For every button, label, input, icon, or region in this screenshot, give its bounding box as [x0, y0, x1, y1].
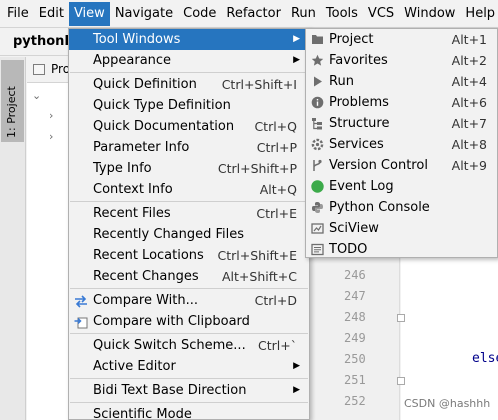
menu-item-active-editor[interactable]: Active Editor ▶	[69, 356, 309, 377]
menu-item-context-info[interactable]: Context Info Alt+Q	[69, 179, 309, 200]
tree-collapse-icon[interactable]: ›	[49, 130, 53, 143]
submenu-arrow-icon: ▶	[293, 385, 300, 395]
menu-file[interactable]: File	[2, 2, 34, 26]
menu-item-parameter-info[interactable]: Parameter Info Ctrl+P	[69, 137, 309, 158]
info-icon	[311, 96, 324, 109]
editor-area[interactable]	[401, 258, 498, 420]
menu-help[interactable]: Help	[460, 2, 498, 26]
fold-marker-icon[interactable]	[397, 314, 405, 322]
code-else: else	[472, 351, 498, 366]
menu-item-scientific-mode[interactable]: Scientific Mode	[69, 404, 309, 419]
line-number: 249	[344, 331, 366, 345]
menu-separator	[70, 201, 308, 202]
menu-run[interactable]: Run	[286, 2, 321, 26]
tool-window-python-console[interactable]: Python Console	[306, 197, 497, 218]
structure-icon	[312, 118, 322, 130]
menu-separator	[70, 378, 308, 379]
menu-navigate[interactable]: Navigate	[110, 2, 178, 26]
line-number: 247	[344, 289, 366, 303]
menu-refactor[interactable]: Refactor	[221, 2, 286, 26]
tool-stripe-left: 1: Project	[0, 57, 26, 420]
menu-code[interactable]: Code	[178, 2, 221, 26]
compare-arrows-icon	[75, 295, 87, 308]
play-icon	[314, 76, 322, 87]
project-title: pythonPr	[0, 28, 70, 56]
tool-window-run[interactable]: Run Alt+4	[306, 71, 497, 92]
tool-window-structure[interactable]: Structure Alt+7	[306, 113, 497, 134]
event-log-icon	[311, 180, 324, 193]
menu-separator	[70, 402, 308, 403]
menu-separator	[70, 333, 308, 334]
tool-windows-submenu: Project Alt+1 Favorites Alt+2 Run Alt+4 …	[305, 28, 498, 258]
folder-icon	[312, 35, 323, 44]
tool-window-event-log[interactable]: Event Log	[306, 176, 497, 197]
tree-expand-icon[interactable]: ⌄	[32, 89, 41, 102]
menu-item-compare-with-clipboard[interactable]: Compare with Clipboard	[69, 311, 309, 332]
menu-separator	[70, 72, 308, 73]
vcs-icon	[313, 159, 322, 171]
line-number: 250	[344, 352, 366, 366]
menu-window[interactable]: Window	[399, 2, 460, 26]
menu-edit[interactable]: Edit	[34, 2, 69, 26]
tool-window-project[interactable]: Project Alt+1	[306, 29, 497, 50]
menu-item-quick-switch-scheme[interactable]: Quick Switch Scheme... Ctrl+`	[69, 335, 309, 356]
line-number: 248	[344, 310, 366, 324]
fold-marker-icon[interactable]	[397, 377, 405, 385]
menu-item-recently-changed-files[interactable]: Recently Changed Files	[69, 224, 309, 245]
tool-window-services[interactable]: Services Alt+8	[306, 134, 497, 155]
menu-item-compare-with[interactable]: Compare With... Ctrl+D	[69, 290, 309, 311]
star-icon	[311, 54, 324, 66]
line-number: 246	[344, 268, 366, 282]
project-panel-header: Proj	[27, 57, 73, 83]
project-panel: Proj ⌄ › ›	[27, 57, 73, 420]
tool-window-todo[interactable]: TODO	[306, 239, 497, 260]
tool-window-favorites[interactable]: Favorites Alt+2	[306, 50, 497, 71]
python-console-icon	[312, 202, 323, 213]
menu-item-type-info[interactable]: Type Info Ctrl+Shift+P	[69, 158, 309, 179]
sciview-icon	[311, 223, 324, 234]
submenu-arrow-icon: ▶	[293, 361, 300, 371]
project-tool-tab[interactable]: 1: Project	[1, 60, 24, 142]
clipboard-compare-icon	[74, 317, 88, 329]
tool-window-version-control[interactable]: Version Control Alt+9	[306, 155, 497, 176]
menu-separator	[70, 288, 308, 289]
project-view-icon	[33, 64, 45, 75]
line-number: 252	[344, 394, 366, 408]
view-menu: Tool Windows ▶ Appearance ▶ Quick Defini…	[68, 28, 310, 420]
tool-window-problems[interactable]: Problems Alt+6	[306, 92, 497, 113]
menu-bar: File Edit View Navigate Code Refactor Ru…	[0, 0, 498, 28]
menu-item-recent-files[interactable]: Recent Files Ctrl+E	[69, 203, 309, 224]
line-number: 251	[344, 373, 366, 387]
watermark: CSDN @hashhh	[404, 397, 491, 410]
menu-tools[interactable]: Tools	[321, 2, 363, 26]
tool-window-sciview[interactable]: SciView	[306, 218, 497, 239]
menu-item-tool-windows[interactable]: Tool Windows ▶	[69, 29, 309, 50]
menu-view[interactable]: View	[68, 1, 110, 26]
services-icon	[311, 138, 324, 151]
menu-item-quick-definition[interactable]: Quick Definition Ctrl+Shift+I	[69, 74, 309, 95]
menu-item-appearance[interactable]: Appearance ▶	[69, 50, 309, 71]
todo-icon	[311, 243, 324, 256]
menu-item-quick-documentation[interactable]: Quick Documentation Ctrl+Q	[69, 116, 309, 137]
menu-item-recent-locations[interactable]: Recent Locations Ctrl+Shift+E	[69, 245, 309, 266]
menu-item-quick-type-definition[interactable]: Quick Type Definition	[69, 95, 309, 116]
menu-vcs[interactable]: VCS	[363, 2, 399, 26]
menu-item-recent-changes[interactable]: Recent Changes Alt+Shift+C	[69, 266, 309, 287]
tree-collapse-icon[interactable]: ›	[49, 109, 53, 122]
submenu-arrow-icon: ▶	[293, 55, 300, 65]
menu-item-bidi-text-base-direction[interactable]: Bidi Text Base Direction ▶	[69, 380, 309, 401]
submenu-arrow-icon: ▶	[293, 34, 300, 44]
project-tool-tab-label: 1: Project	[5, 86, 18, 138]
